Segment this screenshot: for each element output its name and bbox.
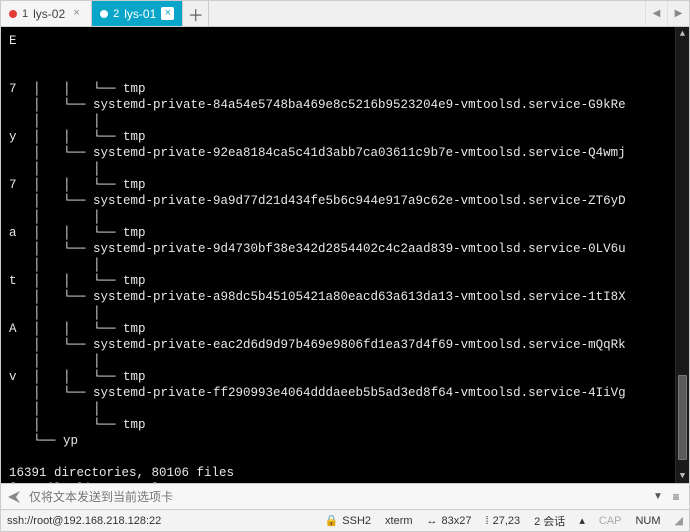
lock-icon: 🔒 bbox=[325, 514, 339, 527]
input-menu-icon[interactable]: ≡ bbox=[667, 490, 685, 504]
tab-next-button[interactable]: ▶ bbox=[667, 1, 689, 26]
size-label: 83x27 bbox=[442, 515, 472, 527]
tab-nav-arrows: ◀ ▶ bbox=[645, 1, 689, 26]
tab-lys-02[interactable]: 1 lys-02 × bbox=[1, 1, 92, 26]
bottom-input-bar: ▼ ≡ bbox=[1, 483, 689, 509]
resize-grip-icon[interactable]: ◢ bbox=[675, 514, 683, 527]
status-cursor: ⁞ 27,23 bbox=[486, 515, 521, 527]
input-dropdown-icon[interactable]: ▼ bbox=[649, 491, 667, 502]
connection-string: ssh://root@192.168.218.128:22 bbox=[7, 515, 161, 527]
new-tab-button[interactable]: ＋ bbox=[183, 1, 209, 26]
terminal-output[interactable]: E7y7atAv │ │ └── tmp│ └── systemd-privat… bbox=[1, 27, 689, 483]
terminal-content: │ │ └── tmp│ └── systemd-private-84a54e5… bbox=[33, 81, 689, 483]
status-bar: ssh://root@192.168.218.128:22 🔒 SSH2 xte… bbox=[1, 509, 689, 531]
send-icon[interactable] bbox=[5, 488, 23, 506]
status-dot-icon bbox=[9, 10, 17, 18]
margin-markers: E7y7atAv bbox=[9, 33, 17, 465]
tab-index: 1 bbox=[22, 8, 28, 20]
cursor-icon: ⁞ bbox=[486, 515, 489, 527]
scroll-track[interactable] bbox=[676, 41, 689, 469]
tab-label: lys-01 bbox=[124, 7, 156, 21]
close-icon[interactable]: × bbox=[161, 7, 174, 20]
tab-bar: 1 lys-02 × 2 lys-01 × ＋ ◀ ▶ bbox=[1, 1, 689, 27]
tab-lys-01[interactable]: 2 lys-01 × bbox=[92, 1, 183, 26]
status-num: NUM bbox=[635, 515, 660, 527]
scroll-up-icon[interactable]: ▲ bbox=[676, 27, 689, 41]
scroll-thumb[interactable] bbox=[678, 375, 687, 461]
status-cap: CAP bbox=[599, 515, 622, 527]
status-sessions[interactable]: 2 会话 bbox=[534, 513, 565, 529]
resize-icon: ↔ bbox=[427, 515, 438, 527]
scroll-down-icon[interactable]: ▼ bbox=[676, 469, 689, 483]
command-input[interactable] bbox=[27, 487, 649, 507]
protocol-label: SSH2 bbox=[342, 515, 371, 527]
cursor-pos: 27,23 bbox=[493, 515, 521, 527]
close-icon[interactable]: × bbox=[70, 7, 83, 20]
status-term: xterm bbox=[385, 515, 413, 527]
terminal-scrollbar[interactable]: ▲ ▼ bbox=[675, 27, 689, 483]
status-size: ↔ 83x27 bbox=[427, 515, 472, 527]
status-protocol: 🔒 SSH2 bbox=[325, 514, 371, 527]
tray-up-icon[interactable]: ▴ bbox=[579, 514, 585, 527]
tab-index: 2 bbox=[113, 8, 119, 20]
tab-label: lys-02 bbox=[33, 7, 65, 21]
status-dot-icon bbox=[100, 10, 108, 18]
tab-prev-button[interactable]: ◀ bbox=[645, 1, 667, 26]
